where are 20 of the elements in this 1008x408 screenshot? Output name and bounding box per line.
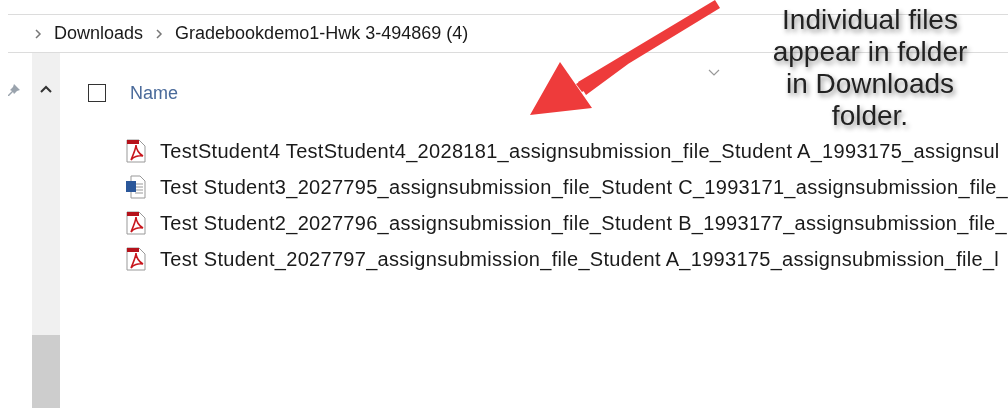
- annotation-text: Individual files appear in folder in Downloads folder.: [771, 4, 969, 132]
- column-header[interactable]: Name: [130, 82, 178, 104]
- chevron-icon: [155, 27, 164, 40]
- scroll-up-icon[interactable]: [40, 85, 52, 93]
- pdf-file-icon: [126, 139, 146, 163]
- file-name[interactable]: Test Student2_2027796_assignsubmission_file_Student B_1993177_assignsubmission_file_: [160, 211, 1007, 235]
- pdf-file-icon: [126, 211, 146, 235]
- word-file-icon: [126, 175, 146, 199]
- breadcrumb-item[interactable]: Gradebookdemo1-Hwk 3-494869 (4): [175, 23, 469, 44]
- scrollbar[interactable]: [32, 53, 60, 408]
- scrollbar-thumb[interactable]: [32, 335, 60, 408]
- file-name[interactable]: TestStudent4 TestStudent4_2028181_assignsubmission_file_Student A_1993175_assignsul: [160, 139, 1000, 163]
- pdf-file-icon: [126, 247, 146, 271]
- pin-icon[interactable]: [6, 83, 22, 99]
- select-all-checkbox[interactable]: [88, 84, 106, 102]
- chevron-icon: [34, 27, 42, 40]
- file-name[interactable]: Test Student3_2027795_assignsubmission_file_Student C_1993171_assignsubmission_file_: [160, 175, 1008, 199]
- sort-caret-icon[interactable]: [708, 69, 720, 77]
- breadcrumb-item[interactable]: Downloads: [54, 23, 144, 44]
- file-name[interactable]: Test Student_2027797_assignsubmission_file_Student A_1993175_assignsubmission_file_l: [160, 247, 1000, 271]
